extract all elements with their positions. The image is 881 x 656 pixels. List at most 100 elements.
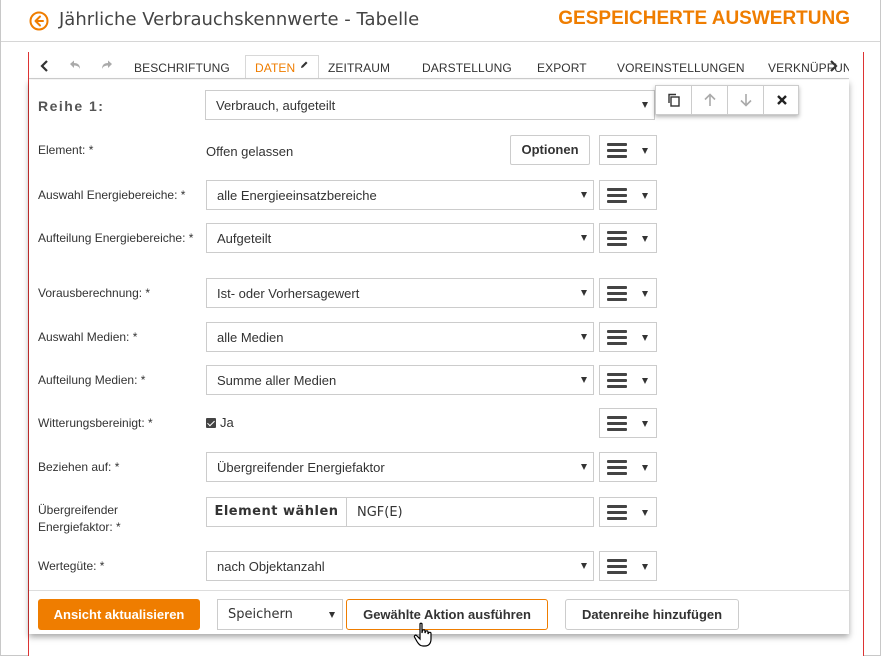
row-menu-button-forecast[interactable] — [599, 278, 657, 308]
header: Jährliche Verbrauchskennwerte - Tabelle … — [1, 0, 880, 42]
element-label: Element: * — [38, 143, 94, 157]
chevron-down-icon — [581, 192, 587, 198]
media-select[interactable]: alle Medien — [206, 322, 594, 352]
tab-export[interactable]: EXPORT — [537, 61, 587, 75]
row-menu-button-media-split[interactable] — [599, 365, 657, 395]
execute-action-button[interactable]: Gewählte Aktion ausführen — [346, 599, 548, 630]
redo-icon[interactable] — [99, 58, 115, 74]
hamburger-icon — [607, 460, 627, 475]
hamburger-icon — [607, 416, 627, 431]
chevron-down-icon — [581, 235, 587, 241]
row-menu-button-media[interactable] — [599, 322, 657, 352]
scroll-right-icon[interactable] — [826, 58, 840, 74]
arrow-up-icon — [704, 93, 716, 106]
chevron-down-icon — [642, 378, 648, 384]
series-panel: Reihe 1: Verbrauch, aufgeteilt Element: … — [29, 80, 849, 634]
hamburger-icon — [607, 505, 627, 520]
chevron-down-icon — [642, 564, 648, 570]
relate-to-value: Übergreifender Energiefaktor — [217, 460, 385, 475]
energy-areas-value: alle Energieeinsatzbereiche — [217, 188, 377, 203]
relate-to-label: Beziehen auf: * — [38, 460, 120, 474]
choose-element-button[interactable]: Element wählen — [207, 498, 347, 526]
chevron-down-icon — [642, 465, 648, 471]
hamburger-icon — [607, 330, 627, 345]
energy-areas-select[interactable]: alle Energieeinsatzbereiche — [206, 180, 594, 210]
row-menu-button-energy-split[interactable] — [599, 223, 657, 253]
chevron-down-icon — [329, 612, 335, 618]
media-select-label: Auswahl Medien: * — [38, 330, 138, 344]
energy-split-value: Aufgeteilt — [217, 231, 272, 246]
forecast-value: Ist- oder Vorhersagewert — [217, 286, 360, 301]
chevron-down-icon — [581, 377, 587, 383]
chevron-down-icon — [642, 421, 648, 427]
energy-factor-group: Element wählen NGF(E) — [206, 497, 594, 527]
close-icon — [777, 95, 787, 105]
weather-adjusted-label: Witterungsbereinigt: * — [38, 416, 153, 430]
chevron-down-icon — [642, 102, 648, 108]
chevron-down-icon — [642, 236, 648, 242]
series-toolbar — [655, 85, 799, 115]
value-quality-label: Wertegüte: * — [38, 559, 105, 573]
chevron-down-icon — [642, 510, 648, 516]
energy-factor-value: NGF(E) — [357, 505, 403, 520]
series-select-value: Verbrauch, aufgeteilt — [216, 98, 336, 113]
row-menu-button-value-quality[interactable] — [599, 551, 657, 581]
options-button[interactable]: Optionen — [510, 135, 590, 165]
media-split-select[interactable]: Summe aller Medien — [206, 365, 594, 395]
row-menu-button-energy-areas[interactable] — [599, 180, 657, 210]
energy-areas-label: Auswahl Energiebereiche: * — [38, 188, 186, 202]
tab-daten[interactable]: DATEN — [255, 61, 295, 75]
element-value: Offen gelassen — [206, 144, 294, 159]
weather-adjusted-checkbox[interactable] — [206, 418, 216, 428]
value-quality-select[interactable]: nach Objektanzahl — [206, 551, 594, 581]
weather-adjusted-checkbox-label: Ja — [220, 415, 234, 430]
energy-split-select[interactable]: Aufgeteilt — [206, 223, 594, 253]
row-menu-button-relate-to[interactable] — [599, 452, 657, 482]
tab-voreinstellungen[interactable]: VOREINSTELLUNGEN — [617, 61, 745, 75]
series-label: Reihe 1: — [38, 98, 105, 114]
copy-series-button[interactable] — [656, 86, 692, 114]
energy-factor-label: Übergreifender Energiefaktor: * — [38, 503, 121, 534]
tab-beschriftung[interactable]: BESCHRIFTUNG — [134, 61, 230, 75]
forecast-select[interactable]: Ist- oder Vorhersagewert — [206, 278, 594, 308]
media-select-value: alle Medien — [217, 330, 284, 345]
relate-to-select[interactable]: Übergreifender Energiefaktor — [206, 452, 594, 482]
hamburger-icon — [607, 286, 627, 301]
move-up-button[interactable] — [692, 86, 728, 114]
hamburger-icon — [607, 373, 627, 388]
refresh-view-button[interactable]: Ansicht aktualisieren — [38, 599, 200, 630]
back-arrow-icon[interactable] — [29, 11, 49, 31]
chevron-down-icon — [642, 148, 648, 154]
action-select[interactable]: Speichern — [217, 599, 343, 630]
series-select[interactable]: Verbrauch, aufgeteilt — [205, 90, 655, 120]
hand-cursor-icon — [413, 622, 432, 647]
edit-pencil-icon — [301, 61, 308, 68]
chevron-down-icon — [581, 563, 587, 569]
hamburger-icon — [607, 231, 627, 246]
tab-zeitraum[interactable]: ZEITRAUM — [328, 61, 390, 75]
value-quality-value: nach Objektanzahl — [217, 559, 325, 574]
add-series-button[interactable]: Datenreihe hinzufügen — [565, 599, 739, 630]
copy-icon — [668, 93, 680, 107]
delete-series-button[interactable] — [764, 86, 800, 114]
chevron-down-icon — [581, 334, 587, 340]
row-menu-button-energy-factor[interactable] — [599, 497, 657, 527]
energy-split-label: Aufteilung Energiebereiche: * — [38, 231, 194, 245]
row-menu-button-weather[interactable] — [599, 408, 657, 438]
media-split-value: Summe aller Medien — [217, 373, 337, 388]
action-select-value: Speichern — [228, 607, 293, 622]
hamburger-icon — [607, 559, 627, 574]
hamburger-icon — [607, 143, 627, 158]
chevron-down-icon — [642, 193, 648, 199]
move-down-button[interactable] — [728, 86, 764, 114]
chevron-down-icon — [642, 291, 648, 297]
tab-darstellung[interactable]: DARSTELLUNG — [422, 61, 512, 75]
chevron-down-icon — [581, 290, 587, 296]
undo-icon[interactable] — [67, 58, 83, 74]
scroll-left-icon[interactable] — [37, 58, 53, 74]
row-menu-button-element[interactable] — [599, 135, 657, 165]
tab-bar: BESCHRIFTUNG DATEN ZEITRAUM DARSTELLUNG … — [29, 55, 849, 79]
footer-toolbar: Ansicht aktualisieren Speichern Gewählte… — [29, 590, 849, 634]
arrow-down-icon — [740, 94, 752, 107]
saved-evaluation-label: GESPEICHERTE AUSWERTUNG — [558, 8, 850, 29]
